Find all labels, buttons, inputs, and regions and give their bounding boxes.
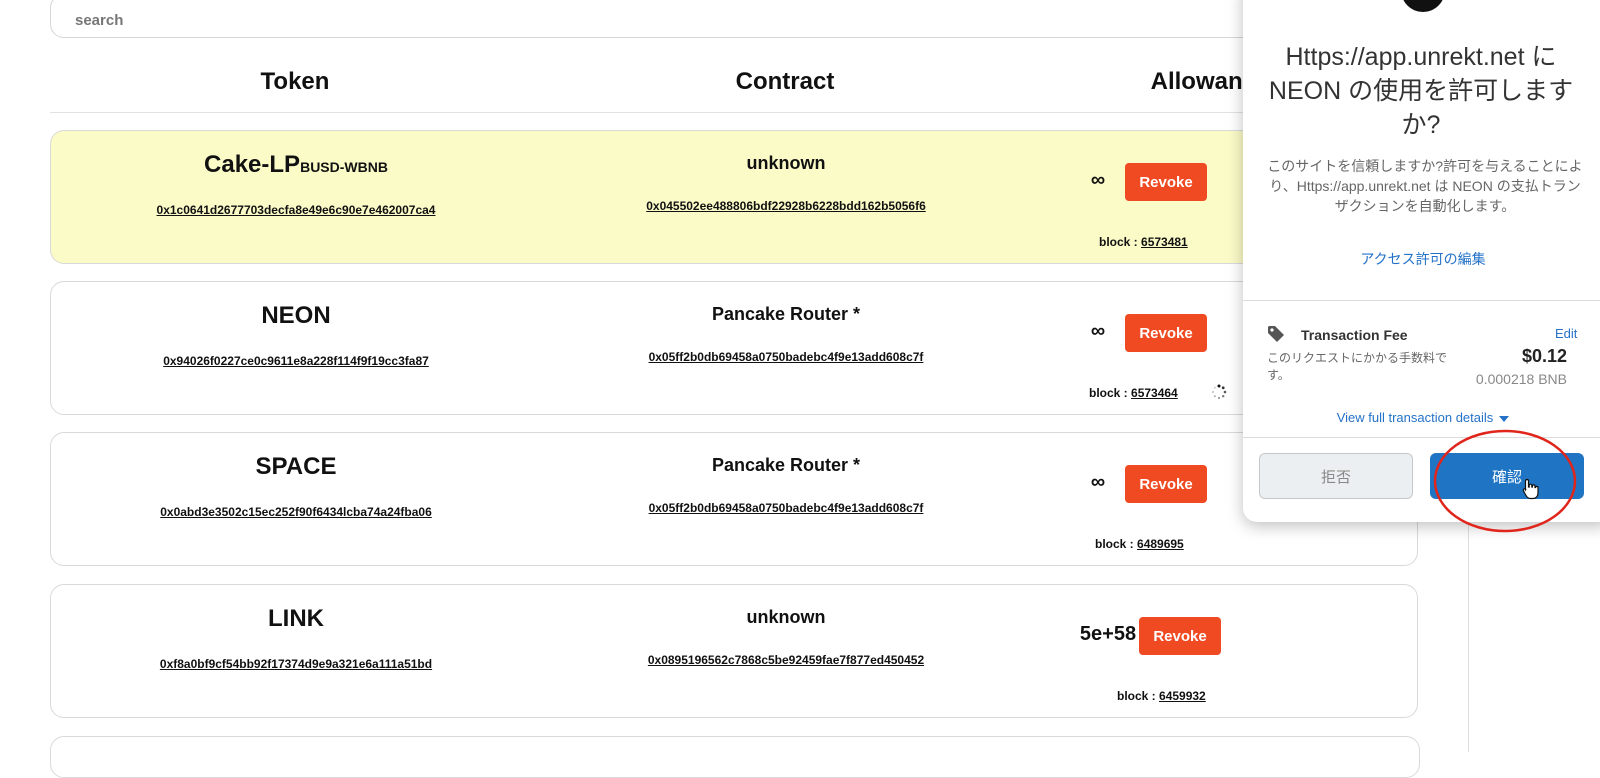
wallet-logo-icon — [1401, 0, 1445, 12]
token-pair: BUSD-WBNB — [300, 159, 388, 175]
block-label: block : — [1089, 386, 1128, 400]
fee-bnb-amount: 0.000218 BNB — [1475, 371, 1567, 387]
table-header: Token Contract Allowance — [50, 60, 1420, 113]
popup-description: このサイトを信頼しますか?許可を与えることにより、Https://app.unr… — [1267, 158, 1583, 214]
header-token: Token — [260, 68, 330, 95]
block-number-link[interactable]: 6573481 — [1141, 235, 1188, 249]
revoke-button[interactable]: Revoke — [1125, 163, 1207, 201]
divider — [1243, 300, 1600, 301]
allowance-value: ∞ — [1090, 320, 1106, 342]
token-symbol: Cake-LP — [204, 151, 301, 178]
table-row — [50, 736, 1420, 778]
reject-button[interactable]: 拒否 — [1259, 453, 1413, 499]
hand-cursor-icon — [1522, 478, 1539, 500]
fee-note: このリクエストにかかる手数料です。 — [1267, 351, 1448, 382]
fee-edit-link[interactable]: Edit — [1555, 326, 1577, 341]
caret-down-icon — [1499, 415, 1510, 422]
revoke-button[interactable]: Revoke — [1125, 465, 1207, 503]
token-name: NEON — [261, 302, 331, 329]
loading-spinner-icon — [1212, 384, 1227, 400]
popup-title: Https://app.unrekt.net に NEON の使用を許可しますか… — [1268, 43, 1574, 139]
block-label: block : — [1095, 537, 1134, 551]
search-placeholder: search — [75, 11, 124, 29]
block-number-link[interactable]: 6459932 — [1159, 689, 1206, 703]
token-name: LINK — [268, 605, 324, 632]
table-row: SPACE 0x0abd3e3502c15ec252f90f6434lcba74… — [50, 432, 1418, 566]
tag-icon — [1268, 326, 1284, 342]
token-address-link[interactable]: 0x0abd3e3502c15ec252f90f6434lcba74a24fba… — [91, 505, 501, 519]
view-details-label: View full transaction details — [1336, 410, 1494, 425]
fee-usd-amount: $0.12 — [1521, 346, 1567, 366]
block-label: block : — [1117, 689, 1156, 703]
allowance-value: ∞ — [1090, 471, 1106, 493]
token-address-link[interactable]: 0x94026f0227ce0c9611e8a228f114f9f19cc3fa… — [91, 354, 501, 368]
block-info: block : 6459932 — [1117, 689, 1206, 703]
contract-address-link[interactable]: 0x045502ee488806bdf22928b6228bdd162b5056… — [531, 199, 1041, 213]
token-name: Cake-LPBUSD-WBNB — [141, 151, 451, 179]
contract-address-link[interactable]: 0x0895196562c7868c5be92459fae7f877ed4504… — [531, 653, 1041, 667]
block-number-link[interactable]: 6489695 — [1137, 537, 1184, 551]
view-details-link[interactable]: View full transaction details — [1243, 410, 1600, 425]
contract-name: Pancake Router * — [711, 304, 861, 324]
block-info: block : 6573481 — [1099, 235, 1188, 249]
table-row: LINK 0xf8a0bf9cf54bb92f17374d9e9a321e6a1… — [50, 584, 1418, 718]
block-number-link[interactable]: 6573464 — [1131, 386, 1178, 400]
contract-name: Pancake Router * — [711, 455, 861, 475]
token-name: SPACE — [255, 453, 337, 480]
contract-address-link[interactable]: 0x05ff2b0db69458a0750badebc4f9e13add608c… — [531, 350, 1041, 364]
annotation-circle — [1433, 429, 1577, 533]
revoke-button[interactable]: Revoke — [1125, 314, 1207, 352]
block-info: block : 6489695 — [1095, 537, 1184, 551]
token-address-link[interactable]: 0xf8a0bf9cf54bb92f17374d9e9a321e6a111a51… — [91, 657, 501, 671]
table-row: Cake-LPBUSD-WBNB 0x1c0641d2677703decfa8e… — [50, 130, 1418, 264]
search-input[interactable]: search — [50, 0, 1350, 38]
allowance-value: ∞ — [1090, 169, 1106, 191]
table-row: NEON 0x94026f0227ce0c9611e8a228f114f9f19… — [50, 281, 1418, 415]
contract-address-link[interactable]: 0x05ff2b0db69458a0750badebc4f9e13add608c… — [531, 501, 1041, 515]
contract-name: unknown — [746, 153, 826, 173]
allowance-value: 5e+58 — [1079, 623, 1137, 645]
revoke-button[interactable]: Revoke — [1139, 617, 1221, 655]
edit-permission-link[interactable]: アクセス許可の編集 — [1243, 249, 1600, 269]
block-label: block : — [1099, 235, 1138, 249]
header-contract: Contract — [735, 68, 835, 95]
contract-name: unknown — [746, 607, 826, 627]
block-info: block : 6573464 — [1089, 386, 1178, 400]
transaction-fee-title: Transaction Fee — [1301, 327, 1408, 343]
token-address-link[interactable]: 0x1c0641d2677703decfa8e49e6c90e7e462007c… — [91, 203, 501, 217]
